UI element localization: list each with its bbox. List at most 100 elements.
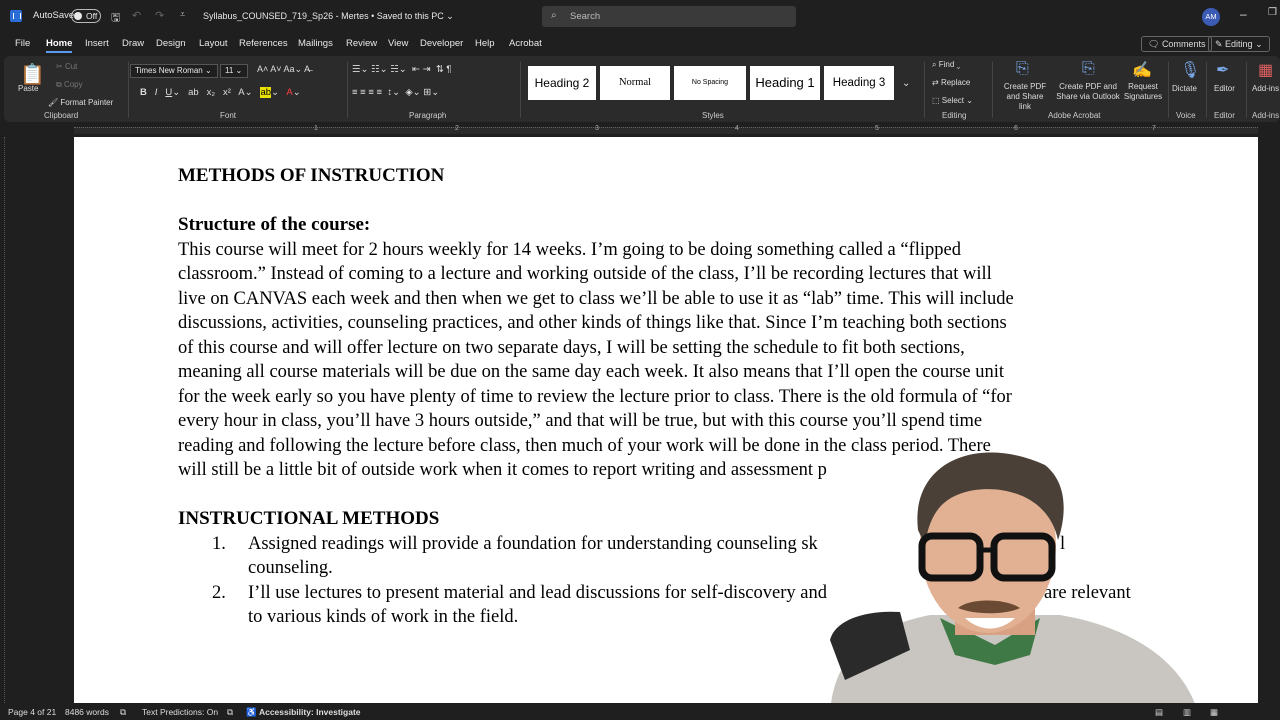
- ribbon-tabs: File Home Insert Draw Design Layout Refe…: [0, 34, 1280, 54]
- styles-more-icon[interactable]: ⌄: [902, 78, 910, 89]
- editing-label: Editing ⌄: [1225, 39, 1263, 49]
- editor-button[interactable]: Editor: [1214, 84, 1235, 93]
- font-family-select[interactable]: Times New Roman ⌄: [130, 64, 218, 78]
- comments-button[interactable]: 🗨 Comments: [1141, 36, 1213, 52]
- separator: [992, 62, 993, 118]
- customize-toolbar-icon[interactable]: ⩡: [180, 9, 185, 20]
- web-layout-icon[interactable]: ▦: [1210, 707, 1218, 718]
- addins-icon: ▦: [1258, 62, 1274, 79]
- create-pdf-link-button[interactable]: Create PDF and Share link: [1000, 82, 1050, 112]
- print-layout-icon[interactable]: ▥: [1183, 707, 1191, 718]
- tab-insert[interactable]: Insert: [85, 38, 109, 49]
- ruler-number: 3: [595, 125, 599, 132]
- dictate-button[interactable]: Dictate: [1172, 84, 1197, 93]
- vertical-ruler[interactable]: [4, 137, 10, 703]
- grow-font-button[interactable]: A˄ A˅ Aa⌄ A̶: [257, 64, 310, 75]
- redo-icon[interactable]: ↷: [155, 9, 164, 22]
- separator: [1168, 62, 1169, 118]
- format-painter-button[interactable]: 🖌 Format Painter: [48, 98, 113, 107]
- paragraph-line: discussions, activities, counseling prac…: [178, 313, 1007, 333]
- undo-icon[interactable]: ↶: [132, 9, 141, 22]
- editor-icon: ✒: [1216, 62, 1230, 79]
- separator: [1206, 62, 1207, 118]
- proofing-icon[interactable]: ⧉: [120, 707, 126, 718]
- list-buttons[interactable]: ☰⌄ ☷⌄ ☵⌄ ⇤ ⇥ ⇅ ¶: [352, 64, 452, 75]
- separator: [924, 62, 925, 118]
- style-normal[interactable]: Normal: [600, 66, 670, 100]
- ruler-number: 5: [875, 125, 879, 132]
- accessibility-icon[interactable]: ⧉: [227, 707, 233, 718]
- microphone-icon: 🎙: [1180, 62, 1201, 79]
- page-count[interactable]: Page 4 of 21: [8, 707, 56, 717]
- horizontal-ruler[interactable]: 1 2 3 4 5 6 7: [0, 124, 1280, 137]
- separator: [128, 62, 129, 118]
- ruler-track: [74, 127, 1258, 134]
- list-text: to various kinds of work in the field.: [248, 607, 519, 627]
- replace-button[interactable]: ⇄ Replace: [932, 78, 970, 87]
- tab-references[interactable]: References: [239, 38, 288, 49]
- tab-home[interactable]: Home: [46, 38, 73, 53]
- document-title[interactable]: Syllabus_COUNSED_719_Sp26 - Mertes • Sav…: [203, 11, 454, 22]
- search-input[interactable]: ⌕ Search: [542, 6, 796, 27]
- align-buttons[interactable]: ≡ ≡ ≡ ≡ ↕⌄ ◈⌄ ⊞⌄: [352, 87, 439, 98]
- status-bar: Page 4 of 21 8486 words ⧉ Text Predictio…: [0, 703, 1280, 720]
- tab-mailings[interactable]: Mailings: [298, 38, 333, 49]
- toggle-knob: [74, 12, 82, 20]
- accessibility-status[interactable]: ♿ Accessibility: Investigate: [246, 707, 361, 718]
- read-mode-icon[interactable]: ▤: [1155, 707, 1163, 718]
- style-heading-3[interactable]: Heading 3: [824, 66, 894, 100]
- create-pdf-outlook-button[interactable]: Create PDF and Share via Outlook: [1052, 82, 1124, 102]
- paste-button[interactable]: Paste: [18, 84, 38, 93]
- paragraph-line: meaning all course materials will be due…: [178, 362, 1005, 382]
- tab-acrobat[interactable]: Acrobat: [509, 38, 542, 49]
- acrobat-group-label: Adobe Acrobat: [1048, 111, 1101, 120]
- style-heading-2[interactable]: Heading 2: [528, 66, 596, 100]
- minimize-icon[interactable]: –: [1240, 7, 1247, 21]
- list-text: counseling.: [248, 558, 333, 578]
- autosave-toggle[interactable]: Off: [71, 9, 101, 23]
- tab-help[interactable]: Help: [475, 38, 495, 49]
- text-predictions[interactable]: Text Predictions: On: [142, 707, 218, 717]
- tab-design[interactable]: Design: [156, 38, 186, 49]
- autosave-label: AutoSave: [33, 10, 75, 21]
- ruler-number: 6: [1014, 125, 1018, 132]
- tab-draw[interactable]: Draw: [122, 38, 144, 49]
- font-size-select[interactable]: 11 ⌄: [220, 64, 248, 78]
- tab-developer[interactable]: Developer: [420, 38, 463, 49]
- tab-review[interactable]: Review: [346, 38, 377, 49]
- separator: [520, 62, 521, 118]
- tab-view[interactable]: View: [388, 38, 408, 49]
- ruler-number: 2: [455, 125, 459, 132]
- request-signatures-button[interactable]: Request Signatures: [1122, 82, 1164, 102]
- word-logo-icon: [10, 10, 22, 22]
- word-count[interactable]: 8486 words: [65, 707, 109, 717]
- editing-mode-button[interactable]: ✎ Editing ⌄: [1208, 36, 1270, 52]
- font-group-label: Font: [220, 111, 237, 120]
- restore-icon[interactable]: ❐: [1268, 7, 1277, 18]
- addins-group-label: Add-ins: [1252, 111, 1280, 120]
- select-label: Select: [941, 96, 965, 105]
- font-format-buttons[interactable]: B I U⌄ ab x₂ x² A⌄ ab⌄ A⌄: [140, 87, 301, 98]
- select-button[interactable]: ⬚ Select ⌄: [932, 96, 973, 105]
- ruler-number: 1: [314, 125, 318, 132]
- find-button[interactable]: ⌕ Find ⌄: [932, 60, 960, 70]
- paragraph-line: classroom.” Instead of coming to a lectu…: [178, 264, 992, 284]
- paragraph-line: for the week early so you have plenty of…: [178, 386, 1012, 407]
- presenter-webcam-overlay: [830, 452, 1200, 720]
- cut-button[interactable]: ✂ Cut: [56, 62, 77, 71]
- tab-file[interactable]: File: [15, 38, 30, 49]
- editing-group-label: Editing: [942, 111, 967, 120]
- pdf-outlook-icon: ⎘: [1082, 60, 1095, 77]
- section-heading: METHODS OF INSTRUCTION: [178, 165, 445, 186]
- user-avatar[interactable]: AM: [1202, 8, 1220, 26]
- paragraph-line: live on CANVAS each week and then when w…: [178, 288, 1014, 309]
- tab-layout[interactable]: Layout: [199, 38, 228, 49]
- addins-button[interactable]: Add-ins: [1252, 84, 1279, 93]
- style-heading-1[interactable]: Heading 1: [750, 66, 820, 100]
- save-icon[interactable]: 🖫: [111, 9, 120, 28]
- style-no-spacing[interactable]: No Spacing: [674, 66, 746, 100]
- list-number: 1.: [212, 533, 226, 554]
- list-text: I’ll use lectures to present material an…: [248, 582, 827, 603]
- copy-button[interactable]: ⧉ Copy: [56, 80, 83, 90]
